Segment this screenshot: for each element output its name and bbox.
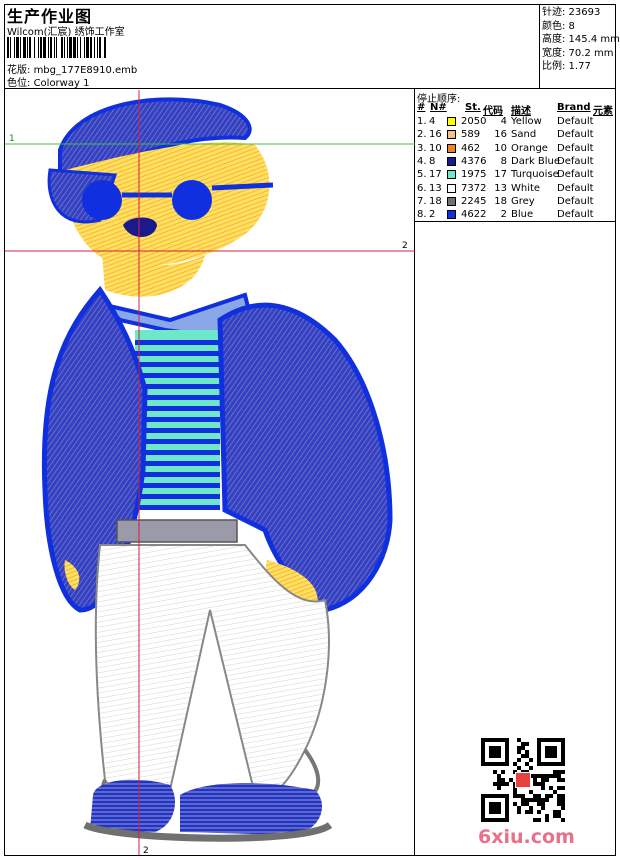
right-lens xyxy=(172,180,212,220)
sequence-n: 10 xyxy=(429,142,442,154)
sequence-no: 5. xyxy=(417,169,427,181)
embroidery-design: 1 2 2 xyxy=(5,90,415,855)
guide-label-vertical: 2 xyxy=(143,846,149,855)
sequence-code: 8 xyxy=(500,155,507,167)
sequence-desc: Orange xyxy=(511,142,548,154)
colorway-label: 色位: xyxy=(7,78,31,89)
watermark: 6xiu.com xyxy=(478,826,575,848)
sequence-row: 6. 13 7372 13 White Default xyxy=(417,183,615,196)
sequence-row: 1. 4 2050 4 Yellow Default xyxy=(417,116,615,129)
sequence-st: 7372 xyxy=(461,182,487,194)
sequence-no: 8. xyxy=(417,209,427,221)
sequence-code: 4 xyxy=(500,116,507,127)
color-swatch xyxy=(447,210,456,220)
sequence-no: 3. xyxy=(417,142,427,154)
col-brand: Brand xyxy=(557,102,591,113)
sequence-n: 13 xyxy=(429,182,442,194)
sequence-no: 1. xyxy=(417,116,427,127)
sequence-desc: Grey xyxy=(511,195,535,207)
sequence-st: 4622 xyxy=(461,209,487,221)
color-count: 颜色: 8 xyxy=(542,20,575,32)
col-n: N# xyxy=(430,102,447,113)
sequence-code: 18 xyxy=(494,195,507,207)
design-ratio: 比例: 1.77 xyxy=(542,61,591,72)
sequence-row: 5. 17 1975 17 Turquoise Default xyxy=(417,169,615,182)
sequence-no: 2. xyxy=(417,129,427,141)
design-stats: 针迹: 23693 颜色: 8 高度: 145.4 mm 宽度: 70.2 mm… xyxy=(542,6,620,74)
sequence-brand: Default xyxy=(557,182,594,194)
left-lens xyxy=(82,180,122,220)
sequence-brand: Default xyxy=(557,155,594,167)
sequence-st: 4376 xyxy=(461,155,487,167)
col-element: 元素 xyxy=(593,106,613,117)
sequence-n: 4 xyxy=(429,116,436,127)
colorway-value: Colorway 1 xyxy=(33,78,90,89)
color-swatch xyxy=(447,196,456,206)
sequence-code: 13 xyxy=(494,182,507,194)
sequence-brand: Default xyxy=(557,209,594,221)
sequence-desc: White xyxy=(511,182,541,194)
sequence-no: 7. xyxy=(417,195,427,207)
sequence-desc: Yellow xyxy=(511,116,542,127)
right-shoe xyxy=(180,783,323,835)
color-swatch xyxy=(447,183,456,193)
sequence-st: 462 xyxy=(461,142,481,154)
sequence-desc: Blue xyxy=(511,209,534,221)
sequence-row: 3. 10 462 10 Orange Default xyxy=(417,143,615,156)
sequence-brand: Default xyxy=(557,129,594,141)
belt xyxy=(116,519,238,543)
sequence-n: 18 xyxy=(429,195,442,207)
color-swatch xyxy=(447,130,456,140)
sequence-n: 8 xyxy=(429,155,436,167)
header-divider xyxy=(539,4,540,88)
barcode xyxy=(7,37,177,58)
sequence-code: 2 xyxy=(500,209,507,221)
guide-label-2: 2 xyxy=(402,241,408,251)
sequence-code: 10 xyxy=(494,142,507,154)
glasses-arm xyxy=(211,182,274,191)
sequence-st: 589 xyxy=(461,129,481,141)
left-shoe xyxy=(90,779,175,832)
sequence-no: 6. xyxy=(417,182,427,194)
header-bottom-rule xyxy=(4,88,616,89)
sequence-code: 16 xyxy=(494,129,507,141)
sequence-code: 17 xyxy=(494,169,507,181)
studio-name: Wilcom(汇宸) 绣饰工作室 xyxy=(7,27,125,38)
sequence-brand: Default xyxy=(557,195,594,207)
col-desc: 描述 xyxy=(511,106,531,117)
col-st: St. xyxy=(465,102,481,113)
sequence-desc: Sand xyxy=(511,129,537,141)
sequence-st: 2050 xyxy=(461,116,487,127)
sequence-row: 7. 18 2245 18 Grey Default xyxy=(417,196,615,209)
sequence-desc: Dark Blue xyxy=(511,155,561,167)
sequence-n: 17 xyxy=(429,169,442,181)
stitch-count: 针迹: 23693 xyxy=(542,7,601,18)
sequence-n: 16 xyxy=(429,129,442,141)
colorway-line: 色位: Colorway 1 xyxy=(7,74,89,89)
color-swatch xyxy=(447,156,456,166)
sequence-st: 1975 xyxy=(461,169,487,181)
sequence-row: 2. 16 589 16 Sand Default xyxy=(417,129,615,142)
sequence-desc: Turquoise xyxy=(511,169,559,181)
sequence-brand: Default xyxy=(557,169,594,181)
color-swatch xyxy=(447,170,456,180)
sequence-row: 4. 8 4376 8 Dark Blue Default xyxy=(417,156,615,169)
sequence-no: 4. xyxy=(417,155,427,167)
qr-code xyxy=(481,738,565,822)
col-hash: # xyxy=(417,102,426,113)
sequence-brand: Default xyxy=(557,142,594,154)
sequence-st: 2245 xyxy=(461,195,487,207)
design-width: 宽度: 70.2 mm xyxy=(542,47,614,59)
qr-center-logo xyxy=(516,773,530,787)
color-swatch xyxy=(447,117,456,126)
sequence-n: 2 xyxy=(429,209,436,221)
sequence-row: 8. 2 4622 2 Blue Default xyxy=(417,209,615,222)
sequence-brand: Default xyxy=(557,116,594,127)
col-code: 代码 xyxy=(483,106,503,117)
design-height: 高度: 145.4 mm xyxy=(542,34,620,45)
color-swatch xyxy=(447,143,456,153)
guide-label-1: 1 xyxy=(9,134,15,144)
